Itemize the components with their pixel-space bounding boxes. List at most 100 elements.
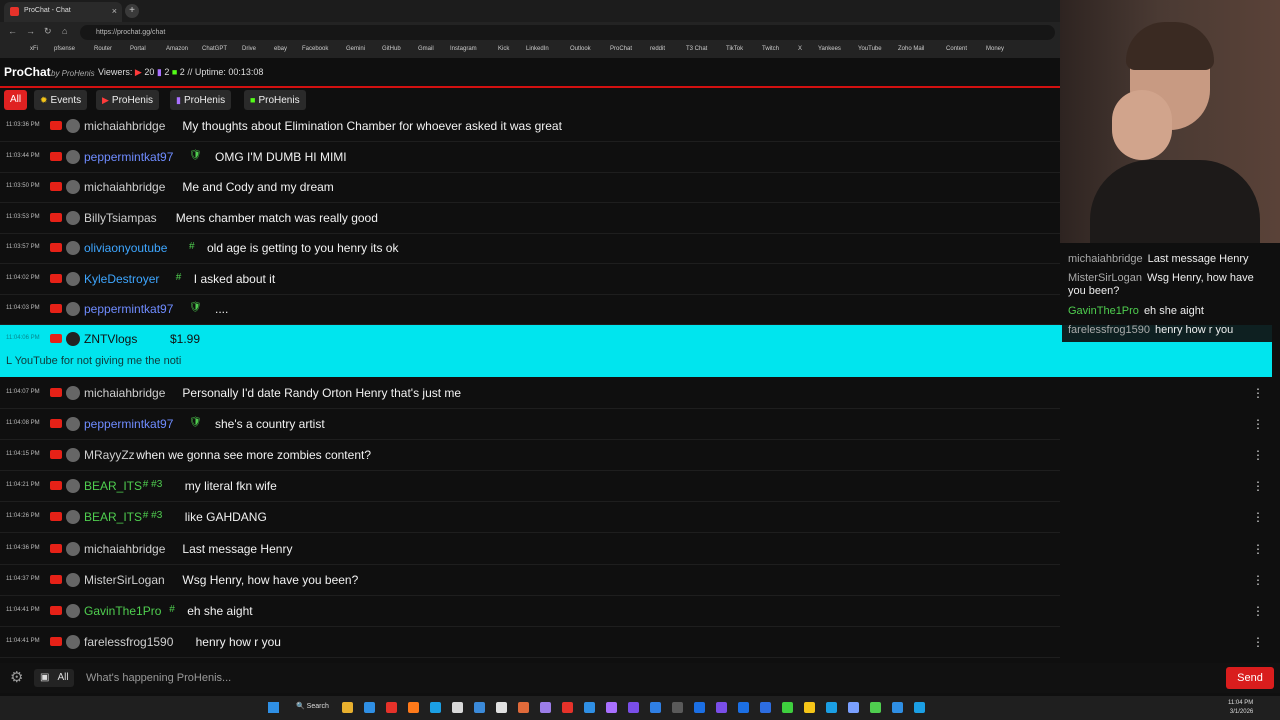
chat-input[interactable]: [80, 668, 1220, 688]
chat-username[interactable]: peppermintkat97: [84, 417, 173, 431]
message-menu-icon[interactable]: ⋮: [1252, 417, 1264, 431]
taskbar-app-icon[interactable]: [892, 702, 903, 713]
taskbar-app-icon[interactable]: [738, 702, 749, 713]
chat-username[interactable]: michaiahbridge: [84, 119, 165, 133]
message-menu-icon[interactable]: ⋮: [1252, 479, 1264, 493]
bookmark-item[interactable]: Twitch: [762, 46, 779, 52]
back-icon[interactable]: ←: [8, 26, 17, 36]
taskbar-app-icon[interactable]: [694, 702, 705, 713]
taskbar-app-icon[interactable]: [606, 702, 617, 713]
taskbar-app-icon[interactable]: [716, 702, 727, 713]
platform-selector[interactable]: ▣ All: [34, 669, 74, 687]
bookmark-item[interactable]: reddit: [650, 46, 665, 52]
bookmark-item[interactable]: Kick: [498, 46, 509, 52]
bookmark-item[interactable]: YouTube: [858, 46, 882, 52]
taskbar-app-icon[interactable]: [386, 702, 397, 713]
filter-youtube-button[interactable]: ▶ ProHenis: [96, 90, 160, 110]
taskbar-app-icon[interactable]: [540, 702, 551, 713]
chat-username[interactable]: MRayyZz: [84, 448, 135, 462]
message-menu-icon[interactable]: ⋮: [1252, 448, 1264, 462]
filter-kick-button[interactable]: ■ ProHenis: [244, 90, 306, 110]
chat-username[interactable]: oliviaonyoutube: [84, 241, 167, 255]
bookmark-item[interactable]: Portal: [130, 46, 146, 52]
chat-username[interactable]: BillyTsiampas: [84, 211, 157, 225]
taskbar-app-icon[interactable]: [650, 702, 661, 713]
gear-icon[interactable]: ⚙: [10, 668, 23, 686]
reload-icon[interactable]: ↻: [44, 26, 52, 37]
chat-username[interactable]: BEAR_ITS: [84, 510, 142, 524]
bookmark-item[interactable]: ProChat: [610, 46, 632, 52]
bookmark-item[interactable]: Yankees: [818, 46, 841, 52]
bookmark-item[interactable]: Zoho Mail: [898, 46, 924, 52]
browser-tab[interactable]: ProChat - Chat ×: [4, 2, 122, 22]
filter-events-button[interactable]: ✹ Events: [34, 90, 88, 110]
taskbar-app-icon[interactable]: [628, 702, 639, 713]
message-menu-icon[interactable]: ⋮: [1252, 635, 1264, 649]
chat-username[interactable]: peppermintkat97: [84, 302, 173, 316]
taskbar-app-icon[interactable]: [562, 702, 573, 713]
taskbar-app-icon[interactable]: [496, 702, 507, 713]
chat-username[interactable]: michaiahbridge: [84, 386, 165, 400]
bookmark-item[interactable]: Money: [986, 46, 1004, 52]
chat-username[interactable]: farelessfrog1590: [84, 635, 173, 649]
chat-username[interactable]: GavinThe1Pro: [84, 604, 161, 618]
new-tab-button[interactable]: +: [125, 4, 139, 18]
bookmark-item[interactable]: Amazon: [166, 46, 188, 52]
chat-username[interactable]: peppermintkat97: [84, 150, 173, 164]
taskbar-app-icon[interactable]: [584, 702, 595, 713]
chat-username[interactable]: MisterSirLogan: [84, 573, 165, 587]
taskbar-search[interactable]: 🔍 Search: [296, 702, 329, 710]
filter-all-button[interactable]: All: [4, 90, 28, 110]
taskbar-app-icon[interactable]: [848, 702, 859, 713]
taskbar-app-icon[interactable]: [760, 702, 771, 713]
url-field[interactable]: https://prochat.gg/chat: [80, 25, 1055, 40]
bookmark-item[interactable]: Outlook: [570, 46, 591, 52]
taskbar-app-icon[interactable]: [870, 702, 881, 713]
superchat-username[interactable]: ZNTVlogs: [84, 332, 137, 346]
chat-username[interactable]: BEAR_ITS: [84, 479, 142, 493]
message-menu-icon[interactable]: ⋮: [1252, 604, 1264, 618]
bookmark-item[interactable]: Router: [94, 46, 112, 52]
message-menu-icon[interactable]: ⋮: [1252, 386, 1264, 400]
bookmark-item[interactable]: ChatGPT: [202, 46, 227, 52]
taskbar-app-icon[interactable]: [430, 702, 441, 713]
taskbar-app-icon[interactable]: [342, 702, 353, 713]
close-tab-icon[interactable]: ×: [112, 2, 117, 20]
bookmark-item[interactable]: TikTok: [726, 46, 743, 52]
bookmark-item[interactable]: pfsense: [54, 46, 75, 52]
taskbar-app-icon[interactable]: [452, 702, 463, 713]
message-menu-icon[interactable]: ⋮: [1252, 542, 1264, 556]
taskbar-app-icon[interactable]: [518, 702, 529, 713]
filter-twitch-button[interactable]: ▮ ProHenis: [170, 90, 232, 110]
bookmark-item[interactable]: Gemini: [346, 46, 365, 52]
taskbar-app-icon[interactable]: [782, 702, 793, 713]
taskbar-app-icon[interactable]: [914, 702, 925, 713]
chat-username[interactable]: KyleDestroyer: [84, 272, 159, 286]
send-button[interactable]: Send: [1226, 667, 1274, 689]
taskbar-app-icon[interactable]: [672, 702, 683, 713]
chat-username[interactable]: michaiahbridge: [84, 180, 165, 194]
bookmark-item[interactable]: Drive: [242, 46, 256, 52]
bookmark-item[interactable]: ebay: [274, 46, 287, 52]
forward-icon[interactable]: →: [26, 26, 35, 36]
chat-username[interactable]: michaiahbridge: [84, 542, 165, 556]
bookmark-item[interactable]: Instagram: [450, 46, 477, 52]
system-clock[interactable]: 11:04 PM 3/1/2026: [1228, 699, 1253, 717]
bookmark-item[interactable]: T3 Chat: [686, 46, 707, 52]
bookmark-item[interactable]: Content: [946, 46, 967, 52]
taskbar-app-icon[interactable]: [364, 702, 375, 713]
bookmark-item[interactable]: Facebook: [302, 46, 328, 52]
windows-start-icon[interactable]: [268, 702, 279, 713]
bookmark-item[interactable]: xFi: [30, 46, 38, 52]
taskbar-app-icon[interactable]: [408, 702, 419, 713]
bookmark-item[interactable]: Gmail: [418, 46, 434, 52]
bookmark-item[interactable]: X: [798, 46, 802, 52]
bookmark-item[interactable]: GitHub: [382, 46, 401, 52]
message-menu-icon[interactable]: ⋮: [1252, 510, 1264, 524]
message-menu-icon[interactable]: ⋮: [1252, 573, 1264, 587]
taskbar-app-icon[interactable]: [474, 702, 485, 713]
taskbar-app-icon[interactable]: [826, 702, 837, 713]
bookmark-item[interactable]: LinkedIn: [526, 46, 549, 52]
home-icon[interactable]: ⌂: [62, 26, 67, 36]
taskbar-app-icon[interactable]: [804, 702, 815, 713]
